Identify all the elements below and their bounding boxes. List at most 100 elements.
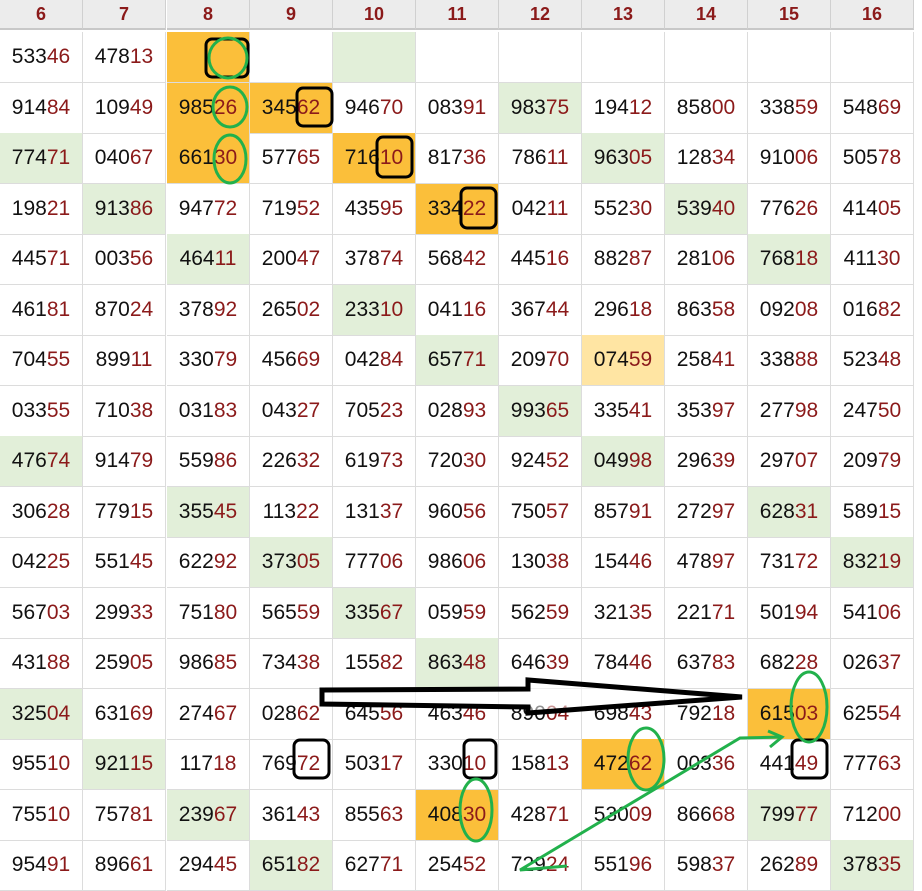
grid-cell[interactable]: 378 74 [333,234,416,285]
grid-cell[interactable]: 985 26 [167,82,250,134]
grid-cell[interactable]: 559 86 [167,436,250,487]
grid-cell[interactable]: 258 41 [665,335,748,386]
grid-cell[interactable]: 026 37 [831,638,914,689]
grid-cell[interactable]: 158 13 [499,739,582,790]
grid-cell[interactable]: 330 10 [416,739,499,790]
column-header-16[interactable]: 16 [831,0,914,30]
grid-cell[interactable]: 792 18 [665,688,748,740]
grid-cell[interactable]: 774 71 [0,133,83,184]
grid-cell[interactable]: 769 72 [250,739,333,790]
grid-cell[interactable]: 710 38 [83,385,166,437]
grid-cell[interactable]: 198 21 [0,183,83,235]
grid-cell[interactable]: 712 00 [831,789,914,841]
grid-cell[interactable]: 832 19 [831,537,914,588]
column-header-15[interactable]: 15 [748,0,831,30]
grid-cell[interactable]: 200 47 [250,234,333,285]
grid-cell[interactable]: 109 49 [83,82,166,134]
grid-cell[interactable]: 523 48 [831,335,914,386]
grid-cell[interactable]: 209 70 [499,335,582,386]
column-header-7[interactable]: 7 [83,0,166,30]
grid-cell[interactable]: 661 30 [167,133,250,184]
grid-cell[interactable]: 625 54 [831,688,914,740]
grid-cell[interactable]: 777 63 [831,739,914,790]
column-header-11[interactable]: 11 [416,0,499,30]
grid-cell[interactable]: 863 58 [665,284,748,336]
grid-cell[interactable]: 445 71 [0,234,83,285]
grid-cell[interactable]: 233 10 [333,284,416,336]
grid-cell[interactable]: 704 55 [0,335,83,386]
grid-cell[interactable]: 986 06 [416,537,499,588]
grid-cell[interactable]: 530 09 [582,789,665,841]
grid-cell[interactable]: 960 56 [416,486,499,538]
grid-cell[interactable]: 882 87 [582,234,665,285]
grid-cell[interactable]: 083 91 [416,82,499,134]
grid-cell[interactable]: 367 44 [499,284,582,336]
grid-cell[interactable]: 682 28 [748,638,831,689]
grid-cell[interactable]: 983 75 [499,82,582,134]
grid-cell[interactable]: 503 17 [333,739,416,790]
grid-cell[interactable]: 589 15 [831,486,914,538]
grid-cell[interactable]: 049 98 [582,436,665,487]
grid-cell[interactable]: 913 86 [83,183,166,235]
grid-cell[interactable]: 731 72 [748,537,831,588]
grid-cell[interactable]: 551 96 [582,840,665,891]
grid-cell[interactable]: 720 30 [416,436,499,487]
grid-cell[interactable]: 042 84 [333,335,416,386]
grid-cell[interactable]: 464 11 [167,234,250,285]
grid-cell[interactable]: 776 26 [748,183,831,235]
grid-cell[interactable] [333,32,416,83]
grid-cell[interactable]: 003 36 [665,739,748,790]
grid-cell[interactable]: 910 06 [748,133,831,184]
grid-cell[interactable]: 345 62 [250,82,333,134]
grid-cell[interactable]: 330 79 [167,335,250,386]
grid-cell[interactable]: 031 83 [167,385,250,437]
grid-cell[interactable] [250,32,333,83]
grid-cell[interactable]: 628 31 [748,486,831,538]
grid-cell[interactable]: 552 30 [582,183,665,235]
grid-cell[interactable]: 719 52 [250,183,333,235]
grid-cell[interactable]: 986 85 [167,638,250,689]
grid-cell[interactable]: 042 11 [499,183,582,235]
grid-cell[interactable] [748,32,831,83]
grid-cell[interactable]: 294 45 [167,840,250,891]
grid-cell[interactable]: 262 89 [748,840,831,891]
grid-cell[interactable]: 698 43 [582,688,665,740]
grid-cell[interactable]: 478 13 [83,32,166,83]
grid-cell[interactable]: 914 84 [0,82,83,134]
grid-cell[interactable]: 274 67 [167,688,250,740]
grid-cell[interactable]: 334 22 [416,183,499,235]
grid-cell[interactable]: 855 63 [333,789,416,841]
grid-cell[interactable] [665,32,748,83]
grid-cell[interactable]: 598 37 [665,840,748,891]
grid-cell[interactable]: 729 24 [499,840,582,891]
grid-cell[interactable]: 615 03 [748,688,831,740]
grid-cell[interactable]: 226 32 [250,436,333,487]
grid-cell[interactable]: 378 92 [167,284,250,336]
column-header-8[interactable]: 8 [167,0,250,30]
grid-cell[interactable]: 963 05 [582,133,665,184]
grid-cell[interactable]: 221 71 [665,587,748,639]
grid-cell[interactable]: 431 88 [0,638,83,689]
grid-cell[interactable]: 265 02 [250,284,333,336]
grid-cell[interactable]: 281 06 [665,234,748,285]
grid-cell[interactable]: 297 07 [748,436,831,487]
grid-cell[interactable]: 565 59 [250,587,333,639]
grid-cell[interactable]: 299 33 [83,587,166,639]
grid-cell[interactable]: 445 16 [499,234,582,285]
grid-cell[interactable]: 799 77 [748,789,831,841]
grid-cell[interactable]: 441 49 [748,739,831,790]
grid-cell[interactable]: 325 04 [0,688,83,740]
grid-cell[interactable]: 209 79 [831,436,914,487]
grid-cell[interactable]: 042 25 [0,537,83,588]
grid-cell[interactable]: 478 97 [665,537,748,588]
grid-cell[interactable]: 786 11 [499,133,582,184]
grid-cell[interactable]: 946 70 [333,82,416,134]
grid-cell[interactable]: 472 62 [582,739,665,790]
grid-cell[interactable]: 338 88 [748,335,831,386]
grid-cell[interactable]: 154 46 [582,537,665,588]
grid-cell[interactable]: 858 00 [665,82,748,134]
grid-cell[interactable]: 355 45 [167,486,250,538]
grid-cell[interactable]: 921 15 [83,739,166,790]
grid-cell[interactable]: 092 08 [748,284,831,336]
grid-cell[interactable]: 896 61 [83,840,166,891]
